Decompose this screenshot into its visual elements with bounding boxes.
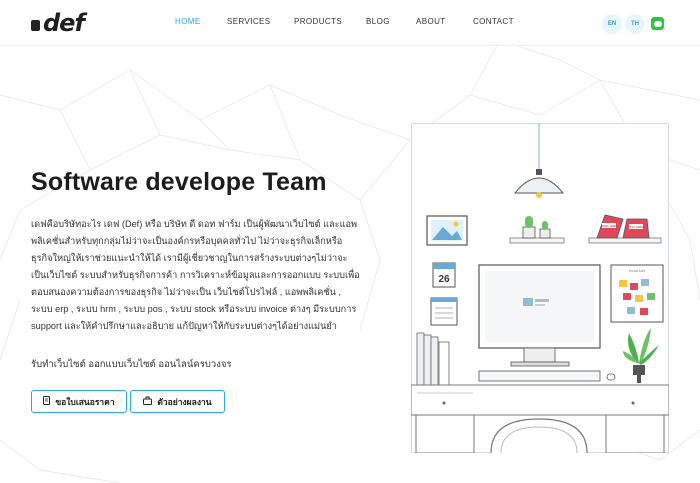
calendar-day: 26: [438, 274, 450, 285]
todo-board-title: TO DO LIST: [629, 269, 646, 273]
nav-home[interactable]: HOME: [175, 17, 201, 26]
hero-description: เดฟคือบริษัทอะไร เดฟ (Def) หรือ บริษัท ด…: [31, 219, 360, 331]
page: def HOME SERVICES PRODUCTS BLOG ABOUT CO…: [0, 0, 700, 483]
line-chat-icon[interactable]: [651, 17, 664, 30]
nav-about[interactable]: ABOUT: [416, 17, 446, 26]
todo-board-icon: TO DO LIST: [610, 264, 664, 323]
hero-tagline: รับทำเว็บไซต์ ออกแบบเว็บไซต์ ออนไลน์ครบว…: [31, 359, 232, 370]
portfolio-icon: [143, 396, 153, 407]
workspace-illustration: WORK HARD PLAY HARD 26 TO DO LIST: [411, 123, 669, 453]
sign-left-text: WORK HARD: [601, 224, 617, 228]
request-quote-button[interactable]: ขอใบเสนอราคา: [31, 390, 127, 413]
portfolio-button[interactable]: ตัวอย่างผลงาน: [130, 390, 225, 413]
calendar-icon: 26: [432, 262, 456, 288]
nav-products[interactable]: PRODUCTS: [294, 17, 342, 26]
lang-th-button[interactable]: TH: [625, 14, 645, 34]
request-quote-label: ขอใบเสนอราคา: [55, 396, 115, 407]
top-navigation: def HOME SERVICES PRODUCTS BLOG ABOUT CO…: [0, 0, 700, 46]
notepad-icon: [430, 297, 458, 326]
nav-blog[interactable]: BLOG: [366, 17, 390, 26]
nav-services[interactable]: SERVICES: [227, 17, 271, 26]
document-icon: [43, 396, 51, 407]
picture-frame-icon: [426, 215, 468, 246]
lang-en-button[interactable]: EN: [602, 14, 622, 34]
keyboard-icon: [478, 370, 616, 382]
sign-right-text: PLAY HARD: [629, 225, 644, 229]
portfolio-label: ตัวอย่างผลงาน: [157, 396, 212, 407]
nav-contact[interactable]: CONTACT: [473, 17, 514, 26]
main-menu: HOME SERVICES PRODUCTS BLOG ABOUT CONTAC…: [0, 17, 700, 29]
hero-title: Software develope Team: [31, 168, 327, 196]
